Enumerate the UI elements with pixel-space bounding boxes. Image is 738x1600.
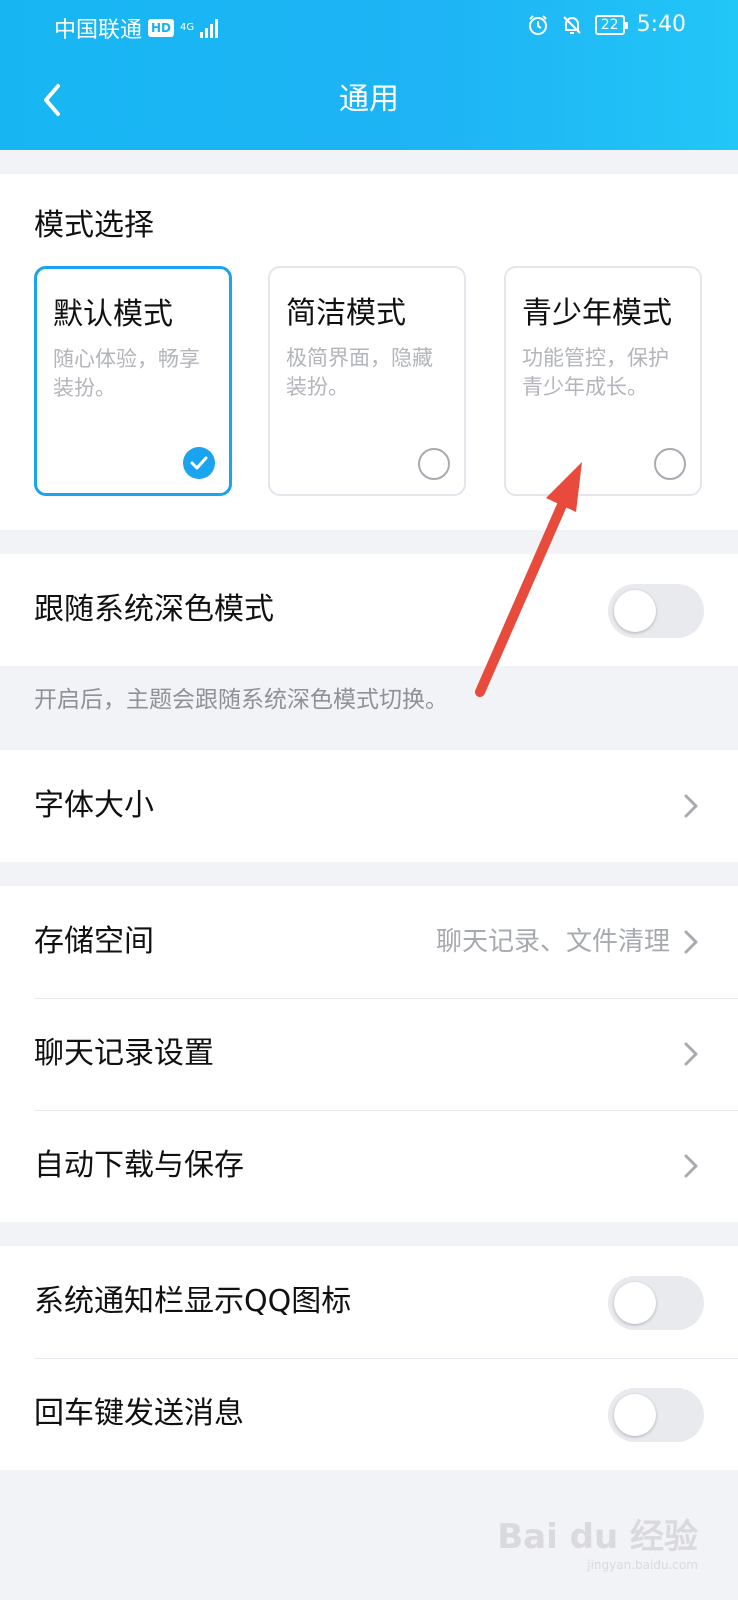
signal-icon	[200, 18, 219, 38]
storage-row[interactable]: 存储空间 聊天记录、文件清理	[0, 886, 738, 998]
enter-send-label: 回车键发送消息	[34, 1396, 244, 1431]
storage-section: 存储空间 聊天记录、文件清理 聊天记录设置 自动下载与保存	[0, 886, 738, 1222]
mode-card-title: 青少年模式	[522, 296, 672, 331]
check-icon	[183, 447, 215, 479]
toggle-knob	[614, 590, 656, 632]
mode-card-desc: 极简界面，隐藏装扮。	[286, 346, 433, 399]
notif-icon-toggle[interactable]	[608, 1276, 704, 1330]
chat-history-row[interactable]: 聊天记录设置	[0, 998, 738, 1110]
page-title: 通用	[339, 82, 399, 117]
dark-mode-toggle[interactable]	[608, 584, 704, 638]
mode-card-title: 默认模式	[53, 297, 173, 332]
notif-icon-label: 系统通知栏显示QQ图标	[34, 1284, 352, 1319]
status-bar: 中国联通 HD 4G 22 5:40	[0, 0, 738, 50]
mode-card-default[interactable]: 默认模式 随心体验，畅享装扮。	[34, 266, 232, 496]
app-header: 中国联通 HD 4G 22 5:40 通用	[0, 0, 738, 150]
mode-card-title: 简洁模式	[286, 296, 406, 331]
dark-mode-label: 跟随系统深色模式	[34, 592, 274, 627]
font-size-row[interactable]: 字体大小	[0, 750, 738, 862]
radio-unchecked-icon	[418, 448, 450, 480]
mode-card-desc: 功能管控，保护青少年成长。	[522, 346, 669, 399]
clock: 5:40	[636, 12, 686, 37]
mode-heading: 模式选择	[34, 208, 154, 243]
chevron-right-icon	[684, 930, 698, 954]
storage-subtitle: 聊天记录、文件清理	[435, 927, 670, 957]
battery-indicator: 22	[594, 14, 628, 35]
dark-mode-section: 跟随系统深色模式	[0, 554, 738, 666]
mode-card-simple[interactable]: 简洁模式 极简界面，隐藏装扮。	[268, 266, 466, 496]
watermark-url: jingyan.baidu.com	[587, 1558, 698, 1572]
chevron-right-icon	[684, 1154, 698, 1178]
auto-download-label: 自动下载与保存	[34, 1148, 244, 1183]
toggles-section: 系统通知栏显示QQ图标 回车键发送消息	[0, 1246, 738, 1470]
dark-mode-row: 跟随系统深色模式	[0, 554, 738, 666]
mode-card-teen[interactable]: 青少年模式 功能管控，保护青少年成长。	[504, 266, 702, 496]
carrier-group: 中国联通 HD 4G	[54, 12, 219, 44]
notif-icon-row: 系统通知栏显示QQ图标	[0, 1246, 738, 1358]
watermark-logo: Bai du 经验 jingyan.baidu.com	[497, 1509, 698, 1572]
chevron-right-icon	[684, 1042, 698, 1066]
status-right: 22 5:40	[527, 12, 686, 37]
alarm-icon	[528, 14, 547, 35]
enter-send-row: 回车键发送消息	[0, 1358, 738, 1470]
chevron-right-icon	[684, 794, 698, 818]
storage-label: 存储空间	[34, 924, 154, 959]
enter-send-toggle[interactable]	[608, 1388, 704, 1442]
font-size-section: 字体大小	[0, 750, 738, 862]
font-size-label: 字体大小	[34, 788, 154, 823]
hd-badge: HD	[148, 19, 175, 37]
network-type: 4G	[180, 22, 195, 33]
radio-unchecked-icon	[654, 448, 686, 480]
watermark-text: Bai du 经验	[497, 1517, 698, 1557]
dark-mode-note: 开启后，主题会跟随系统深色模式切换。	[34, 687, 448, 713]
chat-history-label: 聊天记录设置	[34, 1036, 214, 1071]
auto-download-row[interactable]: 自动下载与保存	[0, 1110, 738, 1222]
toggle-knob	[614, 1394, 656, 1436]
mode-card-desc: 随心体验，畅享装扮。	[53, 347, 200, 400]
carrier-name: 中国联通	[54, 18, 143, 43]
mode-selection-section: 模式选择 默认模式 随心体验，畅享装扮。 简洁模式 极简界面，隐藏装扮。 青少年…	[0, 174, 738, 530]
toggle-knob	[614, 1282, 656, 1324]
mute-bell-icon	[563, 15, 581, 34]
